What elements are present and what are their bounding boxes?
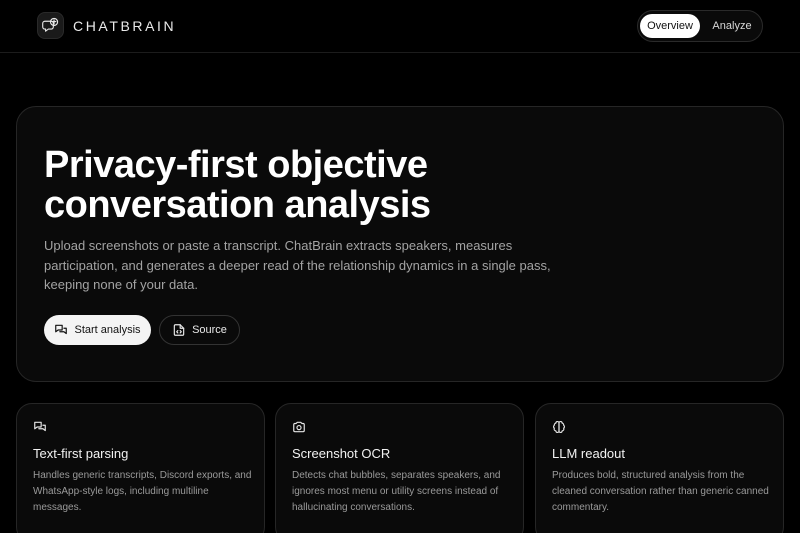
feature-description: Produces bold, structured analysis from … — [552, 470, 769, 513]
nav-analyze[interactable]: Analyze — [702, 14, 762, 38]
feature-title: LLM readout — [552, 446, 625, 461]
camera-icon — [293, 421, 305, 433]
start-analysis-label: Start analysis — [74, 324, 141, 336]
code-file-icon — [173, 324, 185, 336]
brain-icon — [552, 421, 566, 433]
feature-card-screenshot-ocr: Screenshot OCR Detects chat bubbles, sep… — [275, 403, 524, 533]
hero-description: Upload screenshots or paste a transcript… — [44, 238, 551, 292]
feature-title: Screenshot OCR — [292, 446, 391, 461]
chat-bubble-brain-icon — [37, 12, 64, 39]
chat-bubbles-icon — [55, 324, 68, 335]
feature-card-text-parsing: Text-first parsing Handles generic trans… — [16, 403, 265, 533]
chat-bubbles-icon — [34, 421, 46, 432]
feature-description: Detects chat bubbles, separates speakers… — [292, 470, 501, 513]
feature-description: Handles generic transcripts, Discord exp… — [33, 470, 252, 513]
nav-overview[interactable]: Overview — [640, 14, 700, 38]
top-bar: CHATBRAIN Overview Analyze — [0, 0, 800, 53]
hero-title: Privacy-first objective conversation ana… — [44, 144, 431, 226]
brand-name: CHATBRAIN — [73, 17, 177, 34]
hero-card: Privacy-first objective conversation ana… — [16, 106, 784, 382]
source-label: Source — [192, 324, 227, 336]
source-button[interactable]: Source — [159, 315, 240, 345]
feature-card-llm-readout: LLM readout Produces bold, structured an… — [535, 403, 784, 533]
feature-title: Text-first parsing — [33, 446, 129, 461]
start-analysis-button[interactable]: Start analysis — [44, 315, 151, 345]
brand[interactable]: CHATBRAIN — [37, 12, 176, 39]
main-nav: Overview Analyze — [637, 10, 763, 42]
